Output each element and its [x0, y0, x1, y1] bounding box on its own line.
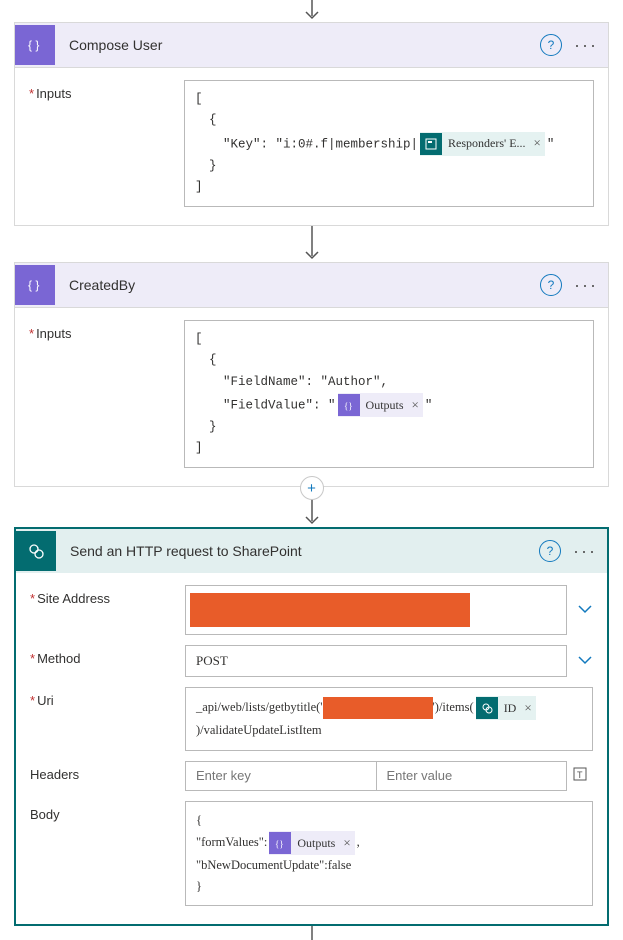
header-key-input[interactable]: Enter key — [185, 761, 377, 791]
headers-text-mode-icon[interactable]: T — [567, 766, 593, 786]
action-compose-user: { } Compose User ? ··· Inputs [ { "Key":… — [14, 22, 609, 226]
uri-field[interactable]: _api/web/lists/getbytitle('')/items( ID … — [185, 687, 593, 750]
token-label: Responders' E... — [448, 133, 525, 153]
svg-text:{ }: { } — [28, 278, 39, 292]
method-select[interactable]: POST — [185, 645, 567, 677]
compose-icon: { } — [15, 25, 55, 65]
action-header[interactable]: { } CreatedBy ? ··· — [15, 263, 608, 308]
action-created-by: { } CreatedBy ? ··· Inputs [ { "FieldNam… — [14, 262, 609, 487]
action-title: Send an HTTP request to SharePoint — [56, 543, 539, 559]
sharepoint-icon — [476, 697, 498, 719]
action-title: CreatedBy — [55, 277, 540, 293]
token-remove-icon[interactable]: × — [534, 132, 541, 154]
body-label: Body — [30, 801, 185, 822]
method-label: Method — [30, 645, 185, 666]
action-http-sharepoint: Send an HTTP request to SharePoint ? ···… — [14, 527, 609, 926]
inputs-label: Inputs — [29, 80, 184, 101]
flow-arrow — [302, 226, 322, 262]
site-address-label: Site Address — [30, 585, 185, 606]
body-field[interactable]: { "formValues": {} Outputs × , — [185, 801, 593, 907]
token-responders-email[interactable]: Responders' E... × — [420, 132, 545, 156]
token-outputs[interactable]: {} Outputs × — [338, 393, 423, 417]
token-outputs[interactable]: {} Outputs × — [269, 831, 354, 855]
svg-text:T: T — [577, 770, 583, 780]
add-step-button[interactable]: + — [300, 476, 324, 500]
site-address-field[interactable] — [185, 585, 567, 635]
token-label: ID — [504, 698, 517, 718]
uri-label: Uri — [30, 687, 185, 708]
redacted-site-address — [190, 593, 470, 627]
help-icon[interactable]: ? — [539, 540, 561, 562]
inputs-field[interactable]: [ { "FieldName": "Author", "FieldValue":… — [184, 320, 594, 468]
compose-output-icon: {} — [338, 394, 360, 416]
compose-icon: { } — [15, 265, 55, 305]
chevron-down-icon[interactable] — [577, 601, 593, 620]
header-value-input[interactable]: Enter value — [377, 761, 568, 791]
redacted-list-title — [323, 697, 433, 719]
help-icon[interactable]: ? — [540, 274, 562, 296]
help-icon[interactable]: ? — [540, 34, 562, 56]
inputs-label: Inputs — [29, 320, 184, 341]
svg-text:{}: {} — [344, 401, 353, 411]
method-value: POST — [196, 653, 228, 669]
action-title: Compose User — [55, 37, 540, 53]
flow-arrow — [302, 926, 322, 940]
svg-text:{}: {} — [275, 839, 284, 849]
inputs-field[interactable]: [ { "Key": "i:0#.f|membership| Responder… — [184, 80, 594, 207]
compose-output-icon: {} — [269, 832, 291, 854]
more-menu-icon[interactable]: ··· — [573, 541, 597, 562]
svg-text:{ }: { } — [28, 38, 39, 52]
token-remove-icon[interactable]: × — [343, 832, 350, 854]
action-header[interactable]: Send an HTTP request to SharePoint ? ··· — [16, 529, 607, 573]
flow-arrow — [302, 0, 322, 22]
sharepoint-icon — [16, 531, 56, 571]
token-label: Outputs — [297, 833, 335, 853]
token-id[interactable]: ID × — [476, 696, 536, 720]
more-menu-icon[interactable]: ··· — [574, 275, 598, 296]
token-remove-icon[interactable]: × — [412, 394, 419, 416]
action-header[interactable]: { } Compose User ? ··· — [15, 23, 608, 68]
token-label: Outputs — [366, 395, 404, 415]
forms-icon — [420, 133, 442, 155]
chevron-down-icon[interactable] — [577, 652, 593, 671]
headers-label: Headers — [30, 761, 185, 782]
token-remove-icon[interactable]: × — [524, 697, 531, 719]
more-menu-icon[interactable]: ··· — [574, 35, 598, 56]
